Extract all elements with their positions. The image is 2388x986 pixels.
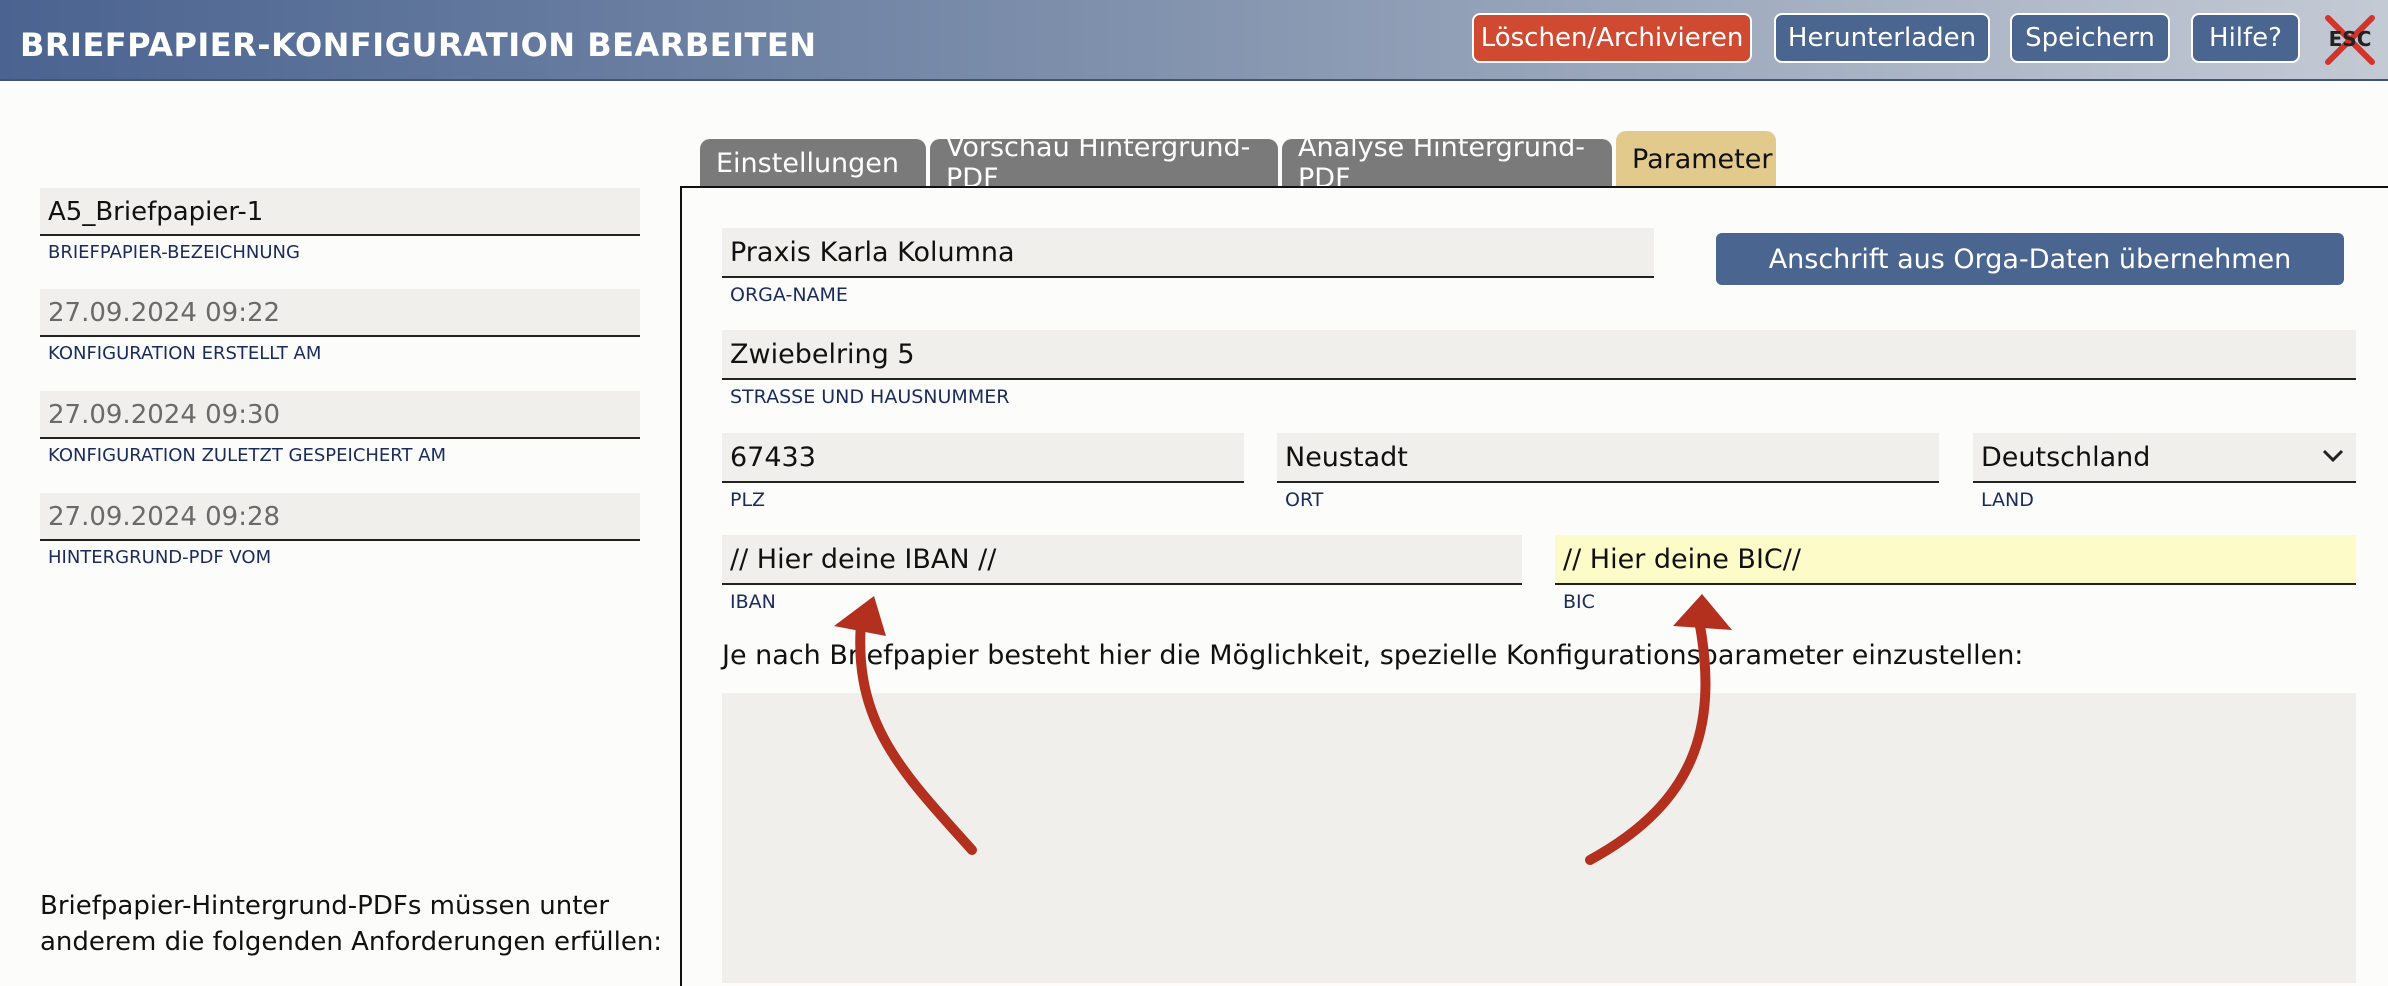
arrow-to-bic-icon — [1585, 605, 1711, 865]
arrow-to-bic-head — [1673, 594, 1732, 630]
arrow-to-iban-icon — [855, 607, 977, 855]
annotation-arrows — [834, 594, 1732, 865]
arrow-to-iban-head — [834, 596, 886, 636]
